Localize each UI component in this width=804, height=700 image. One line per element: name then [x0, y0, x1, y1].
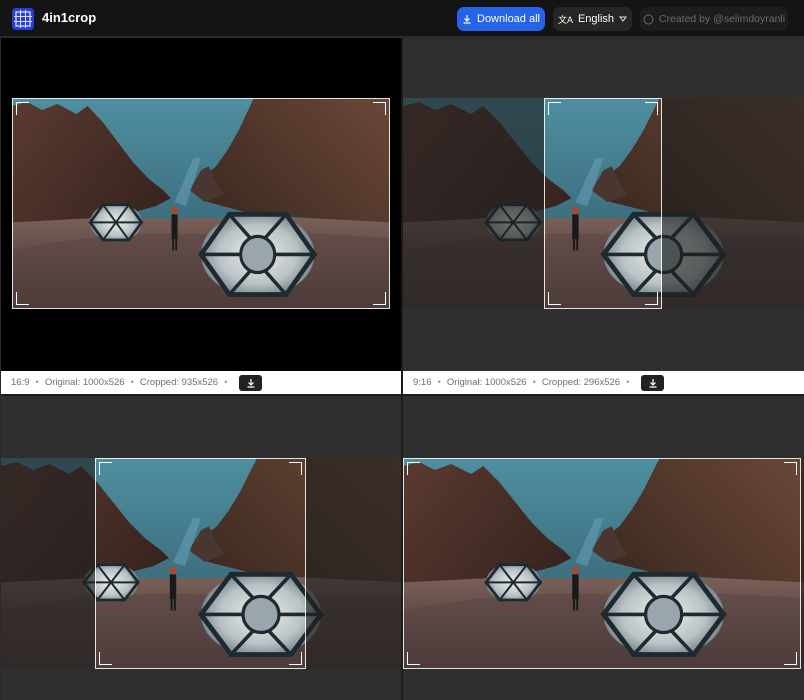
crop-frame[interactable] — [95, 458, 306, 669]
creator-credit-link[interactable]: Created by @selimdoyranli — [640, 7, 788, 31]
download-icon — [463, 15, 471, 24]
crop-frame[interactable] — [544, 98, 662, 309]
crop-mask-right — [306, 458, 401, 669]
download-button[interactable] — [641, 374, 665, 391]
crop-panel-4 — [403, 396, 804, 700]
crop-mask-left — [1, 458, 95, 669]
original-size-label: Original: 1000x526 — [446, 377, 527, 388]
crop-grid-icon — [12, 8, 34, 30]
cropped-size-label: Cropped: 935x526 — [139, 377, 219, 388]
crop-handle-bottom-right[interactable] — [784, 652, 797, 665]
separator-dot: • — [224, 377, 228, 388]
crop-info-bar: 16:9 • Original: 1000x526 • Cropped: 935… — [1, 371, 401, 394]
crop-handle-top-left[interactable] — [548, 102, 561, 115]
cropped-size-label: Cropped: 296x526 — [541, 377, 621, 388]
original-size-label: Original: 1000x526 — [44, 377, 125, 388]
crop-handle-bottom-left[interactable] — [407, 652, 420, 665]
github-icon — [643, 14, 654, 24]
crop-info-bar: 9:16 • Original: 1000x526 • Cropped: 296… — [403, 371, 804, 394]
crop-mask-left — [403, 98, 544, 309]
download-icon — [247, 378, 255, 388]
crop-handle-top-right[interactable] — [373, 102, 386, 115]
download-button[interactable] — [239, 374, 263, 391]
crop-handle-top-right[interactable] — [784, 462, 797, 475]
crop-mask-right — [662, 98, 804, 309]
separator-dot: • — [532, 377, 536, 388]
separator-dot: • — [35, 377, 39, 388]
crop-panel-3 — [1, 396, 401, 700]
separator-dot: • — [626, 377, 630, 388]
crop-handle-top-right[interactable] — [645, 102, 658, 115]
crop-handle-top-right[interactable] — [289, 462, 302, 475]
crop-handle-bottom-left[interactable] — [548, 292, 561, 305]
app-title: 4in1crop — [42, 10, 97, 25]
crop-handle-top-left[interactable] — [16, 102, 29, 115]
creator-credit-label: Created by @selimdoyranli — [658, 13, 786, 25]
top-bar: 4in1crop Download all 文A English Created… — [0, 0, 804, 37]
ratio-label: 9:16 — [413, 377, 432, 388]
crop-frame[interactable] — [403, 458, 801, 669]
separator-dot: • — [437, 377, 441, 388]
ratio-label: 16:9 — [11, 377, 30, 388]
download-icon — [649, 378, 657, 388]
crop-handle-top-left[interactable] — [407, 462, 420, 475]
crop-handle-bottom-left[interactable] — [99, 652, 112, 665]
language-selector[interactable]: 文A English — [553, 7, 632, 31]
crop-handle-bottom-right[interactable] — [373, 292, 386, 305]
download-all-label: Download all — [477, 13, 540, 25]
separator-dot: • — [130, 377, 134, 388]
crop-handle-top-left[interactable] — [99, 462, 112, 475]
translate-icon: 文A — [557, 14, 573, 25]
crop-panel-9-16 — [403, 38, 804, 371]
crop-handle-bottom-right[interactable] — [645, 292, 658, 305]
download-all-button[interactable]: Download all — [457, 7, 545, 31]
crop-panel-16-9 — [1, 38, 401, 371]
crop-handle-bottom-right[interactable] — [289, 652, 302, 665]
crop-frame[interactable] — [12, 98, 390, 309]
crop-handle-bottom-left[interactable] — [16, 292, 29, 305]
chevron-down-icon — [619, 16, 628, 22]
language-label: English — [577, 13, 615, 25]
